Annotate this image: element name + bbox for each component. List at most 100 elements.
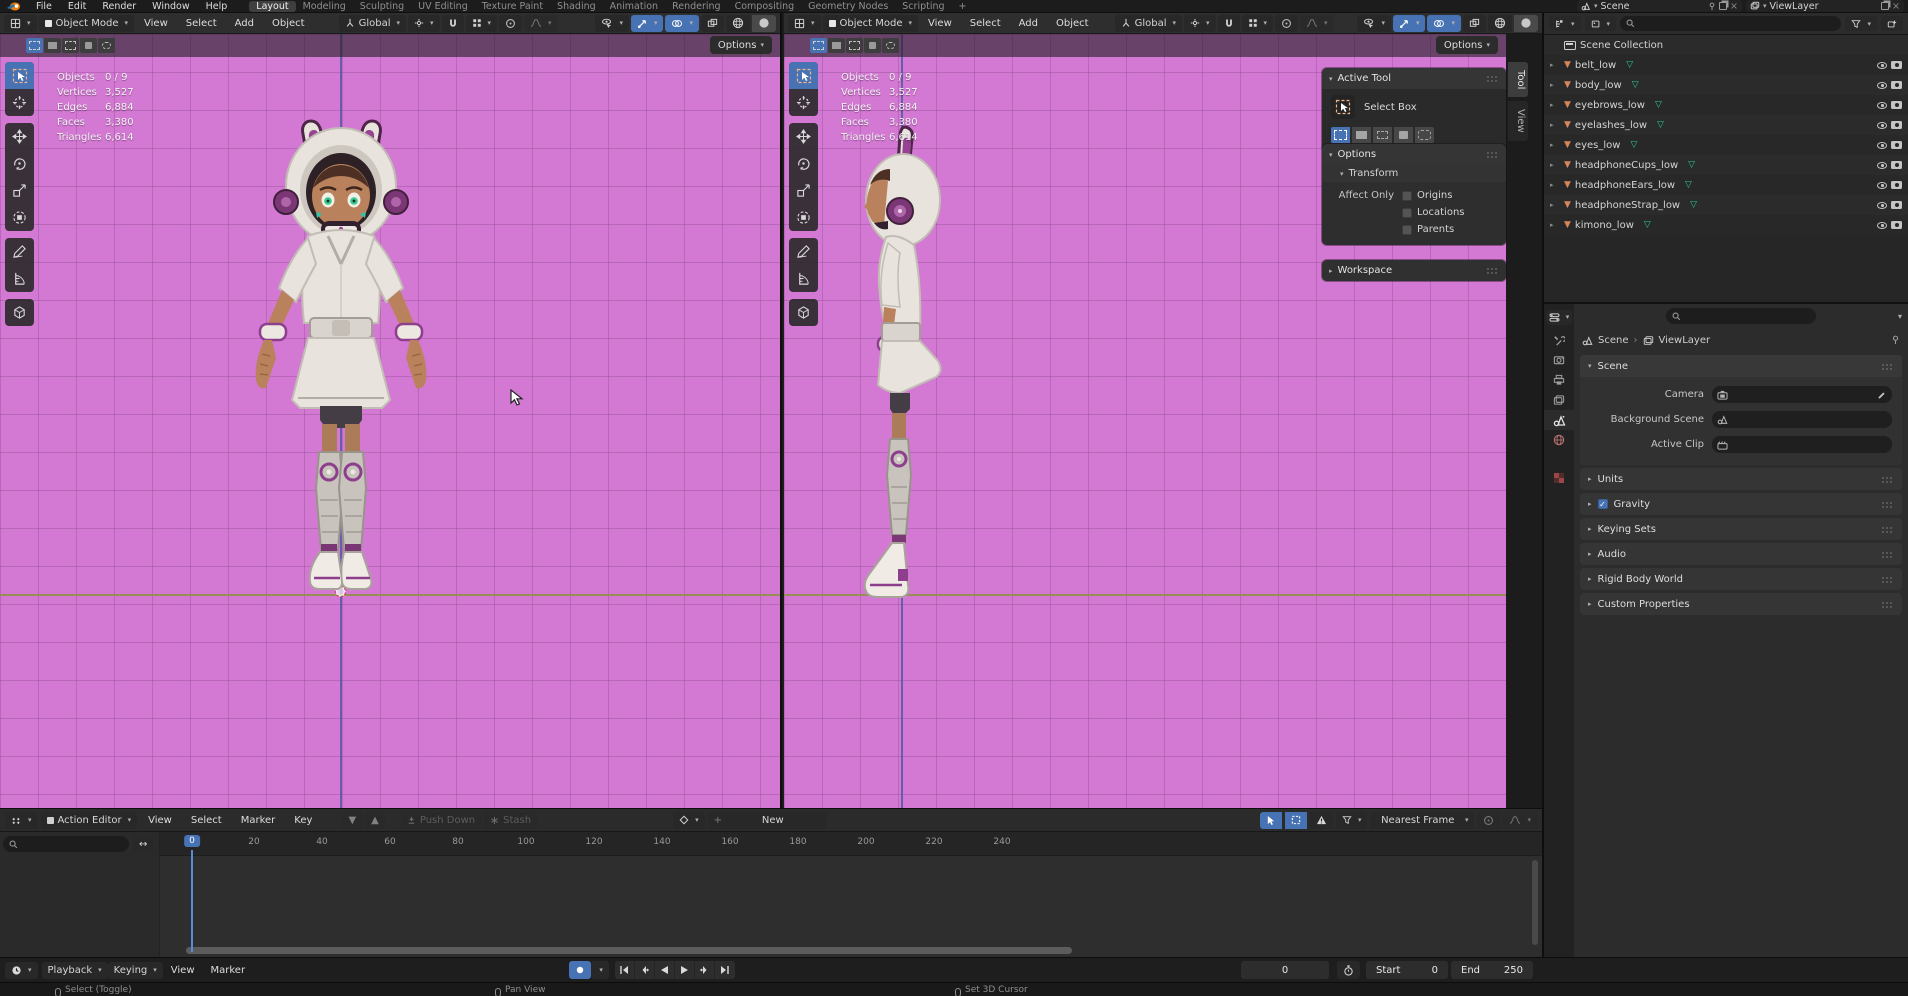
workspace-tab-scripting[interactable]: Scripting xyxy=(895,1,951,12)
rigid-body-world-panel-header[interactable]: ▸Rigid Body World xyxy=(1580,568,1902,590)
tool-rotate[interactable] xyxy=(5,150,34,177)
properties-editor-button[interactable] xyxy=(1546,310,1573,325)
hide-viewport-icon[interactable] xyxy=(1877,122,1887,129)
affect-parents-checkbox[interactable] xyxy=(1402,225,1412,235)
select-mode-invert[interactable] xyxy=(80,38,97,53)
play-button[interactable] xyxy=(675,961,695,979)
next-keyframe-button[interactable] xyxy=(695,961,715,979)
tool-transform[interactable] xyxy=(5,204,34,231)
use-preview-range-button[interactable] xyxy=(1337,961,1360,979)
tool-add-cube[interactable] xyxy=(789,299,818,326)
panel-grip-icon[interactable] xyxy=(1881,601,1894,608)
tool-rotate[interactable] xyxy=(789,150,818,177)
panel-grip-icon[interactable] xyxy=(1486,267,1499,274)
disable-render-icon[interactable] xyxy=(1891,81,1902,89)
viewlayer-selector[interactable]: ▾ ViewLayer × xyxy=(1746,0,1904,12)
expand-icon[interactable]: ▸ xyxy=(1550,201,1560,209)
show-hidden-toggle[interactable] xyxy=(1285,812,1307,829)
keying-sets-panel-header[interactable]: ▸Keying Sets xyxy=(1580,518,1902,540)
viewport-menu-view[interactable]: View xyxy=(136,18,176,29)
properties-options-dropdown[interactable]: ▾ xyxy=(1898,312,1902,321)
hide-viewport-icon[interactable] xyxy=(1877,142,1887,149)
disable-render-icon[interactable] xyxy=(1891,141,1902,149)
hide-viewport-icon[interactable] xyxy=(1877,162,1887,169)
snap-toggle-button[interactable] xyxy=(1218,15,1240,32)
keying-menu[interactable]: Keying xyxy=(108,962,163,979)
gravity-checkbox[interactable]: ✓ xyxy=(1598,499,1608,509)
select-mode-intersect[interactable] xyxy=(98,38,115,53)
disable-render-icon[interactable] xyxy=(1891,221,1902,229)
auto-keying-record-button[interactable] xyxy=(569,961,591,979)
outliner-row-object[interactable]: ▸▼ headphoneCups_low▽ xyxy=(1544,155,1908,175)
tool-add-cube[interactable] xyxy=(5,299,34,326)
pivot-point-dropdown[interactable] xyxy=(1184,15,1216,32)
pin-icon[interactable] xyxy=(1708,2,1716,11)
affect-origins-checkbox[interactable] xyxy=(1402,191,1412,201)
units-panel-header[interactable]: ▸Units xyxy=(1580,468,1902,490)
viewport-menu-add[interactable]: Add xyxy=(1011,18,1046,29)
proportional-editing-button[interactable] xyxy=(1275,15,1298,32)
current-frame-indicator[interactable]: 0 xyxy=(184,835,200,847)
workspace-tab-geometry-nodes[interactable]: Geometry Nodes xyxy=(801,1,895,12)
tool-transform[interactable] xyxy=(789,204,818,231)
workspace-tab-layout[interactable]: Layout xyxy=(249,1,295,12)
vertical-scrollbar[interactable] xyxy=(1532,860,1538,945)
workspace-tab-rendering[interactable]: Rendering xyxy=(665,1,728,12)
play-reverse-button[interactable] xyxy=(655,961,675,979)
breadcrumb-scene[interactable]: Scene xyxy=(1598,335,1629,346)
npanel-tab-tool[interactable]: Tool xyxy=(1508,62,1528,97)
outliner-row-scene-collection[interactable]: Scene Collection xyxy=(1544,35,1908,55)
viewport-menu-object[interactable]: Object xyxy=(1048,18,1097,29)
mode-dropdown[interactable]: Object Mode xyxy=(823,15,919,32)
shading-wireframe-button[interactable] xyxy=(1488,15,1512,32)
panel-grip-icon[interactable] xyxy=(1486,151,1499,158)
expand-icon[interactable]: ▸ xyxy=(1550,101,1560,109)
tool-cursor[interactable] xyxy=(5,89,34,116)
menu-file[interactable]: File xyxy=(28,1,60,12)
select-mode-subtract[interactable] xyxy=(846,38,863,53)
panel-grip-icon[interactable] xyxy=(1881,476,1894,483)
viewport-canvas-front[interactable]: Options▾ xyxy=(0,34,780,808)
panel-grip-icon[interactable] xyxy=(1881,576,1894,583)
new-collection-button[interactable] xyxy=(1881,16,1903,31)
workspace-tab-sculpting[interactable]: Sculpting xyxy=(353,1,411,12)
tool-annotate[interactable] xyxy=(789,238,818,265)
outliner-editor-button[interactable] xyxy=(1549,16,1581,31)
gravity-panel-header[interactable]: ▸✓Gravity xyxy=(1580,493,1902,515)
outliner-display-mode-button[interactable] xyxy=(1585,16,1617,31)
outliner-row-object[interactable]: ▸▼ headphoneStrap_low▽ xyxy=(1544,195,1908,215)
dopesheet-menu-key[interactable]: Key xyxy=(286,815,320,826)
character-model-side[interactable] xyxy=(848,125,958,600)
transform-subpanel-header[interactable]: ▾Transform xyxy=(1322,165,1506,182)
move-channel-up-button[interactable]: ▲ xyxy=(365,812,385,829)
viewport-canvas-side[interactable]: Options▾ Objects0 / 9 Vertices3,527 Edge… xyxy=(784,34,1506,808)
disable-render-icon[interactable] xyxy=(1891,101,1902,109)
jump-to-start-button[interactable] xyxy=(615,961,635,979)
blender-logo-icon[interactable] xyxy=(6,1,22,12)
dope-sheet-editor-button[interactable] xyxy=(5,812,38,829)
expand-icon[interactable]: ▸ xyxy=(1550,221,1560,229)
hide-viewport-icon[interactable] xyxy=(1877,182,1887,189)
snap-target-dropdown[interactable] xyxy=(1242,15,1274,32)
tool-select-box[interactable] xyxy=(5,62,34,89)
shading-wireframe-button[interactable] xyxy=(726,15,750,32)
panel-grip-icon[interactable] xyxy=(1881,526,1894,533)
tool-options-dropdown[interactable]: Options▾ xyxy=(1436,36,1498,54)
affect-locations-checkbox[interactable] xyxy=(1402,208,1412,218)
tab-output[interactable] xyxy=(1544,370,1574,390)
snap-toggle-button[interactable] xyxy=(442,15,464,32)
viewport-menu-add[interactable]: Add xyxy=(227,18,262,29)
snap-mode-dropdown[interactable]: Nearest Frame xyxy=(1370,812,1474,829)
outliner-row-object[interactable]: ▸▼ headphoneEars_low▽ xyxy=(1544,175,1908,195)
editor-type-button[interactable] xyxy=(4,15,37,32)
hide-viewport-icon[interactable] xyxy=(1877,62,1887,69)
workspace-tab-modeling[interactable]: Modeling xyxy=(296,1,353,12)
custom-properties-panel-header[interactable]: ▸Custom Properties xyxy=(1580,593,1902,615)
eyedropper-icon[interactable] xyxy=(1877,390,1887,400)
box-select-mode-subtract[interactable] xyxy=(1373,127,1392,143)
snap-target-dropdown[interactable] xyxy=(466,15,498,32)
active-tool-panel-header[interactable]: ▾Active Tool xyxy=(1322,68,1506,89)
hide-viewport-icon[interactable] xyxy=(1877,82,1887,89)
outliner-row-object[interactable]: ▸▼ eyelashes_low▽ xyxy=(1544,115,1908,135)
horizontal-scrollbar[interactable] xyxy=(186,947,1072,954)
